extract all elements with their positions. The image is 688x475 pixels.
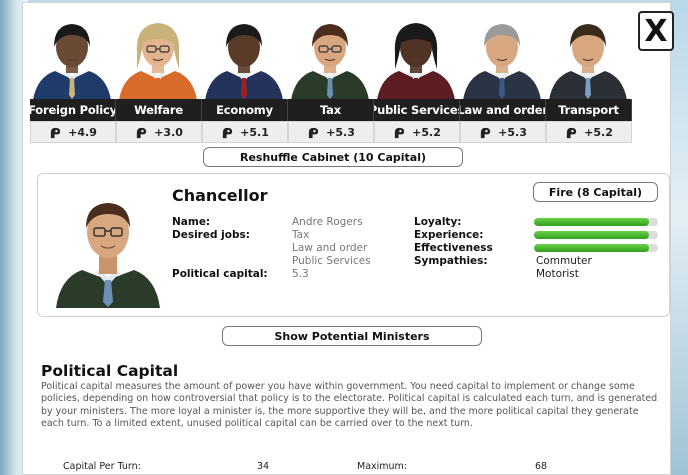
minister-name: Andre Rogers: [292, 216, 363, 228]
tab-tax[interactable]: Tax +5.3: [288, 99, 374, 143]
cabinet-panel: X Foreign Policy +4.9 Welfare +3.0 Economy +5…: [22, 2, 674, 475]
political-capital-description: Political capital measures the amount of…: [41, 381, 658, 429]
political-capital-value: 5.3: [292, 268, 309, 280]
tab-capital-value: +5.3: [326, 125, 355, 139]
tab-transport[interactable]: Transport +5.2: [546, 99, 632, 143]
desired-job-3: Public Services: [292, 255, 371, 267]
capital-per-turn-label: Capital Per Turn:: [63, 461, 141, 472]
sympathies-label: Sympathies:: [414, 255, 488, 267]
tab-capital-value: +3.0: [154, 125, 183, 139]
loyalty-bar: [534, 218, 658, 226]
political-capital-label: Political capital:: [172, 268, 268, 280]
close-button[interactable]: X: [638, 11, 674, 51]
portrait-transport[interactable]: [545, 13, 631, 100]
fire-button[interactable]: Fire (8 Capital): [533, 182, 658, 202]
tab-label: Transport: [546, 99, 632, 121]
tab-capital: +3.0: [116, 121, 202, 143]
political-capital-title: Political Capital: [41, 362, 179, 380]
tab-capital-value: +4.9: [68, 125, 97, 139]
effectiveness-label: Effectiveness: [414, 242, 493, 254]
desired-jobs-label: Desired jobs:: [172, 229, 250, 241]
capital-icon: [136, 127, 147, 138]
capital-icon: [394, 127, 405, 138]
tab-label: Welfare: [116, 99, 202, 121]
role-title: Chancellor: [172, 186, 268, 205]
desired-job-1: Tax: [292, 229, 310, 241]
minister-portraits: [29, 13, 634, 103]
portrait-foreign-policy[interactable]: [29, 13, 115, 100]
tab-welfare[interactable]: Welfare +3.0: [116, 99, 202, 143]
tab-capital: +4.9: [30, 121, 116, 143]
tab-capital: +5.1: [202, 121, 288, 143]
effectiveness-bar: [534, 244, 658, 252]
tab-capital-value: +5.2: [584, 125, 613, 139]
sympathy-1: Commuter: [536, 255, 592, 267]
tab-capital-value: +5.3: [498, 125, 527, 139]
loyalty-label: Loyalty:: [414, 216, 462, 228]
tab-label: Foreign Policy: [30, 99, 116, 121]
minister-tabs: Foreign Policy +4.9 Welfare +3.0 Economy +5.1…: [30, 99, 635, 143]
desired-job-2: Law and order: [292, 242, 368, 254]
tab-capital: +5.3: [460, 121, 546, 143]
tab-law-and-order[interactable]: Law and order +5.3: [460, 99, 546, 143]
tab-capital: +5.2: [546, 121, 632, 143]
sympathy-2: Motorist: [536, 268, 579, 280]
portrait-economy[interactable]: [201, 13, 287, 100]
tab-capital: +5.3: [288, 121, 374, 143]
experience-bar: [534, 231, 658, 239]
portrait-welfare[interactable]: [115, 13, 201, 100]
capital-icon: [308, 127, 319, 138]
name-label: Name:: [172, 216, 211, 228]
capital-icon: [480, 127, 491, 138]
show-potential-ministers-button[interactable]: Show Potential Ministers: [222, 326, 482, 346]
capital-icon: [50, 127, 61, 138]
experience-label: Experience:: [414, 229, 484, 241]
chancellor-portrait: [52, 190, 164, 308]
maximum-value: 68: [535, 461, 548, 472]
tab-capital-value: +5.1: [240, 125, 269, 139]
portrait-law-and-order[interactable]: [459, 13, 545, 100]
tab-foreign-policy[interactable]: Foreign Policy +4.9: [30, 99, 116, 143]
capital-icon: [566, 127, 577, 138]
portrait-tax[interactable]: [287, 13, 373, 100]
portrait-public-services[interactable]: [373, 13, 459, 100]
tab-label: Tax: [288, 99, 374, 121]
capital-icon: [222, 127, 233, 138]
tab-capital-value: +5.2: [412, 125, 441, 139]
tab-label: Economy: [202, 99, 288, 121]
tab-label: Law and order: [460, 99, 546, 121]
tab-public-services[interactable]: Public Services +5.2: [374, 99, 460, 143]
minister-detail-card: Chancellor Fire (8 Capital) Name: Desire…: [37, 173, 670, 317]
maximum-label: Maximum:: [357, 461, 408, 472]
tab-capital: +5.2: [374, 121, 460, 143]
reshuffle-cabinet-button[interactable]: Reshuffle Cabinet (10 Capital): [203, 147, 463, 167]
tab-economy[interactable]: Economy +5.1: [202, 99, 288, 143]
tab-label: Public Services: [374, 99, 460, 121]
capital-per-turn-value: 34: [257, 461, 270, 472]
